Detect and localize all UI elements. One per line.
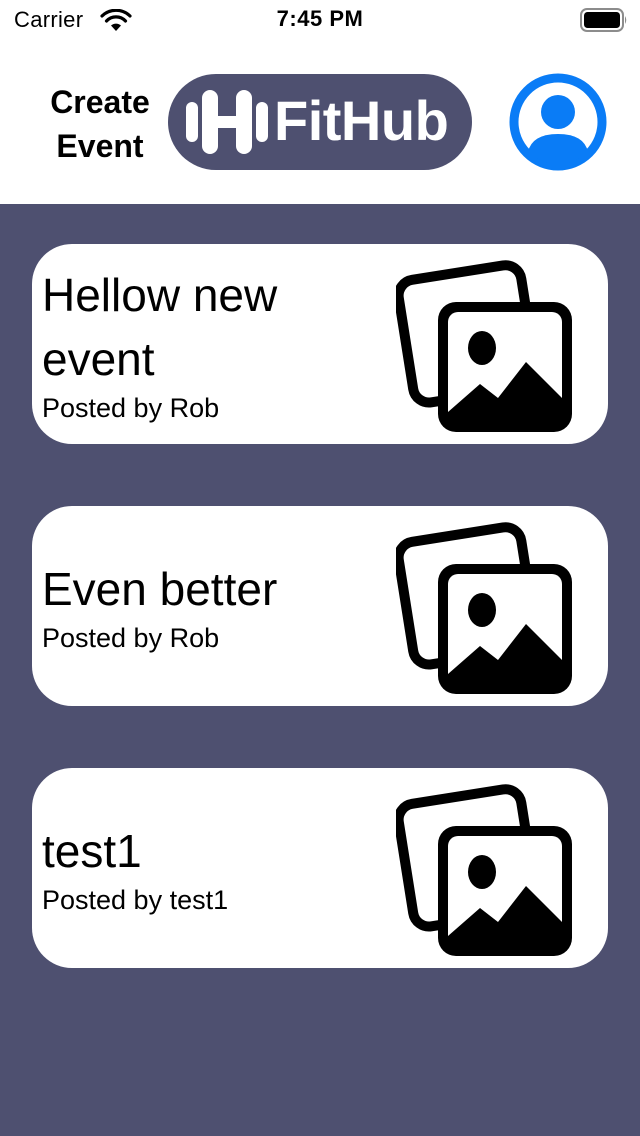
event-card-text: Hellow new event Posted by Rob [42,244,392,444]
dumbbell-icon [186,90,268,154]
event-card[interactable]: Even better Posted by Rob [32,506,608,706]
battery-icon [580,8,627,32]
photos-icon [396,522,572,694]
event-title: test1 [42,825,142,877]
event-card-text: test1 Posted by test1 [42,768,392,968]
create-event-button[interactable]: Create Event [40,80,160,168]
event-author: Posted by Rob [42,623,220,653]
status-bar: Carrier 7:45 PM [0,0,640,40]
event-card-text: Even better Posted by Rob [42,506,392,706]
app-header: Create Event FitHub [0,40,640,204]
event-list[interactable]: Hellow new event Posted by Rob Even bett… [0,204,640,1136]
profile-button[interactable] [506,70,610,174]
person-circle-icon [509,73,607,171]
fithub-logo: FitHub [168,74,472,170]
logo-text: FitHub [274,89,449,152]
clock: 7:45 PM [276,6,364,31]
event-author: Posted by test1 [42,885,229,915]
event-title: Even better [42,563,278,615]
event-title: Hellow new event [42,269,278,385]
photos-icon [396,260,572,432]
event-card[interactable]: test1 Posted by test1 [32,768,608,968]
event-author: Posted by Rob [42,393,220,423]
event-card[interactable]: Hellow new event Posted by Rob [32,244,608,444]
photos-icon [396,784,572,956]
